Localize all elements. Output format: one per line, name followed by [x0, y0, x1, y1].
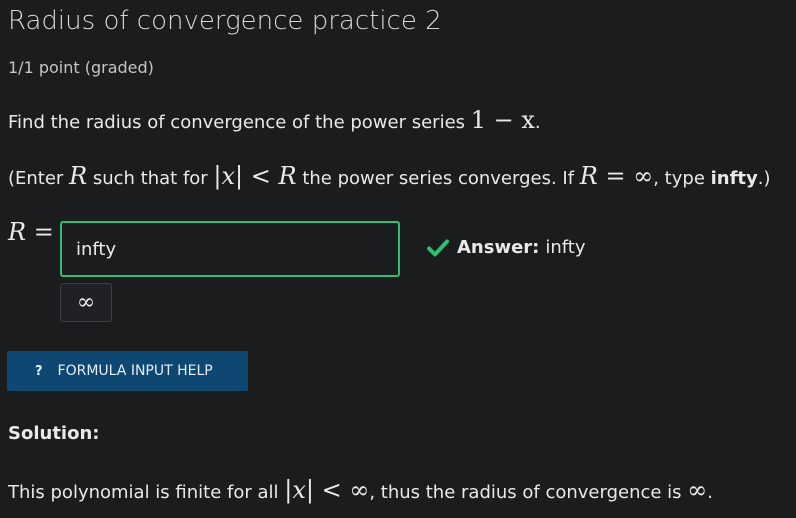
solution-end: .	[707, 482, 714, 503]
hint-math-r: R	[69, 162, 88, 190]
solution-text: This polynomial is finite for all |x| < …	[8, 476, 713, 504]
formula-input-help-button[interactable]: ? FORMULA INPUT HELP	[7, 351, 248, 391]
hint-math-r3: R	[579, 162, 598, 190]
solution-math-infinity-2: ∞	[687, 476, 708, 504]
answer-input[interactable]	[60, 221, 400, 277]
answer-preview: ∞	[60, 283, 112, 322]
checkmark-icon	[427, 239, 449, 256]
solution-heading: Solution:	[8, 423, 100, 444]
hint-part5: .)	[757, 168, 771, 189]
solution-part2: , thus the radius of convergence is	[369, 482, 688, 503]
hint-math-r2: R	[278, 162, 297, 190]
problem-title: Radius of convergence practice 2	[8, 6, 442, 36]
answer-status-label: Answer:	[457, 237, 540, 258]
hint-math-eq: =	[597, 162, 634, 190]
hint-part2: such that for	[87, 168, 214, 189]
answer-status-value: infty	[545, 237, 586, 258]
hint-part3: the power series converges. If	[296, 168, 580, 189]
hint-text: (Enter R such that for |x| < R the power…	[8, 162, 771, 190]
question-series-math: 1 − x	[470, 106, 535, 134]
formula-input-help-label: FORMULA INPUT HELP	[57, 363, 213, 379]
solution-math-lt: <	[313, 476, 350, 504]
answer-label: R =	[8, 218, 54, 246]
solution-math-infinity: ∞	[349, 476, 370, 504]
points-status: 1/1 point (graded)	[8, 58, 154, 77]
hint-math-abs-x: |x|	[213, 162, 244, 190]
question-text: Find the radius of convergence of the po…	[8, 106, 541, 134]
hint-part1: (Enter	[8, 168, 70, 189]
hint-part4: , type	[653, 168, 711, 189]
answer-status: Answer: infty	[427, 237, 586, 258]
solution-part1: This polynomial is finite for all	[8, 482, 285, 503]
question-end: .	[534, 112, 541, 133]
question-mark-icon: ?	[35, 363, 43, 379]
hint-keyword: infty	[710, 168, 758, 189]
hint-math-infinity: ∞	[633, 162, 654, 190]
question-prefix: Find the radius of convergence of the po…	[8, 112, 471, 133]
hint-math-lt: <	[243, 162, 279, 190]
solution-math-abs-x: |x|	[284, 476, 314, 504]
